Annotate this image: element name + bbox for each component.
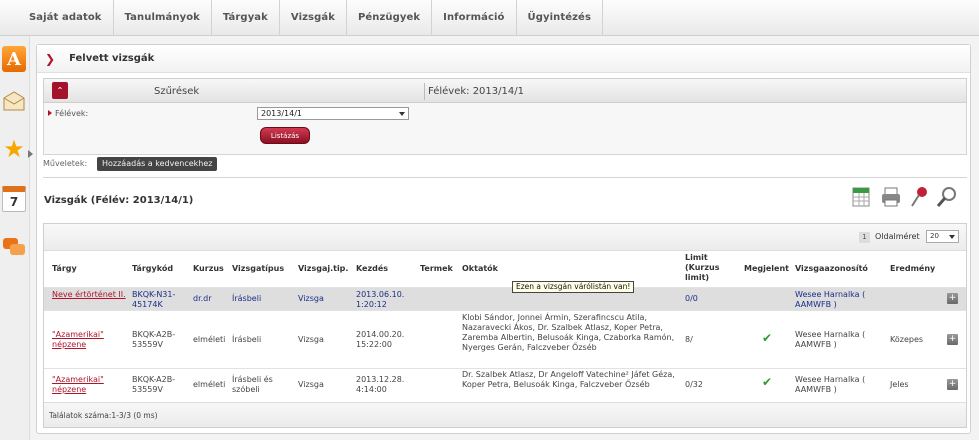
print-icon[interactable]	[880, 186, 902, 210]
panel-title: Felvett vizsgák	[69, 53, 155, 64]
mail-icon[interactable]	[2, 88, 26, 114]
col-examiners[interactable]: Oktatók	[462, 264, 498, 273]
menu-item-information[interactable]: Információ	[432, 0, 517, 36]
expand-plus-icon[interactable]: +	[947, 293, 958, 304]
page-size-value: 20	[930, 232, 939, 240]
exam-id: Wesee Harnalka ( AAMWFB )	[795, 290, 866, 309]
col-exam-type[interactable]: Vizsgaj.tip.	[298, 264, 348, 273]
divider	[43, 177, 967, 178]
exam-id: Wesee Harnalka ( AAMWFB )	[795, 375, 866, 394]
menu-item-administration[interactable]: Ügyintézés	[517, 0, 603, 36]
collapse-up-icon[interactable]: ⌃	[52, 82, 68, 99]
chevron-right-icon: ❯	[45, 51, 56, 66]
start-time: 2013.12.28. 4:14:00	[356, 375, 405, 394]
calendar-icon[interactable]: 7	[2, 186, 26, 212]
actions-label: Műveletek:	[43, 159, 88, 168]
col-limit[interactable]: Limit (Kurzus limit)	[685, 253, 731, 283]
exam-kind: Vizsga	[298, 294, 324, 303]
exam-kind: Vizsga	[298, 335, 324, 344]
expand-plus-icon[interactable]: +	[947, 334, 958, 345]
exams-panel: ❯ Felvett vizsgák ⌃ Szűrések Félévek: 20…	[36, 44, 971, 434]
table-row[interactable]: Neve értörténet II. BKQK-N31-45174K dr.d…	[44, 287, 966, 310]
menu-item-studies[interactable]: Tanulmányok	[114, 0, 212, 36]
excel-export-icon[interactable]	[850, 186, 872, 210]
menu-item-exams[interactable]: Vizsgák	[280, 0, 347, 36]
table-footer: Találatok száma:1-3/3 (0 ms)	[44, 402, 966, 427]
list-button[interactable]: Listázás	[260, 127, 310, 144]
favorites-star-icon[interactable]: ★	[2, 135, 26, 163]
col-type[interactable]: Vizsgatípus	[232, 264, 284, 273]
exam-kind: Vizsga	[298, 380, 324, 389]
results-count: Találatok száma:1-3/3 (0 ms)	[49, 411, 158, 420]
menu-item-subjects[interactable]: Tárgyak	[212, 0, 280, 36]
start-time: 2014.00.20. 15:22:00	[356, 330, 405, 349]
col-result[interactable]: Eredmény	[890, 264, 935, 273]
chevron-down-icon	[949, 235, 955, 239]
menu-item-personal[interactable]: Saját adatok	[18, 0, 114, 36]
examiners: Dr. Szalbek Atlasz, Dr Angeloff Vatechin…	[462, 370, 675, 389]
start-time: 2013.06.10. 1:20:12	[356, 290, 405, 309]
col-exam-id[interactable]: Vizsgaazonosító	[795, 264, 868, 273]
filter-title: Szűrések	[154, 86, 200, 97]
limit-value: 0/32	[685, 380, 703, 389]
result: Közepes	[890, 335, 924, 344]
limit-value: 0/0	[685, 294, 698, 303]
filter-body: Félévek: 2013/14/1 Listázás	[43, 103, 967, 155]
exam-type: Írásbeli és szóbeli	[232, 375, 273, 394]
filter-header[interactable]: ⌃ Szűrések Félévek: 2013/14/1	[43, 78, 967, 103]
search-icon[interactable]	[936, 186, 958, 210]
triangle-right-icon	[48, 110, 52, 116]
table-row[interactable]: "Azamerikai" népzene BKQK-A2B-53559V elm…	[44, 310, 966, 368]
checkmark-icon: ✔	[762, 375, 773, 389]
waitlist-tooltip: Ezen a vizsgán várólistán van!	[512, 281, 635, 293]
table-header: Tárgy Tárgykód Kurzus Vizsgatípus Vizsga…	[44, 251, 966, 287]
subject-code: BKQK-A2B-53559V	[132, 330, 176, 349]
subject-link[interactable]: "Azamerikai" népzene	[52, 375, 128, 395]
chat-bubbles-icon[interactable]	[2, 234, 26, 260]
semester-select-value: 2013/14/1	[261, 109, 303, 118]
subject-code: BKQK-N31-45174K	[132, 290, 176, 309]
page-size-select[interactable]: 20	[926, 230, 959, 243]
top-menu: Saját adatok Tanulmányok Tárgyak Vizsgák…	[0, 0, 979, 36]
course-code: elméleti	[193, 380, 226, 389]
subject-link[interactable]: Neve értörténet II.	[52, 290, 128, 300]
semester-summary: Félévek: 2013/14/1	[428, 86, 524, 97]
course-code: dr.dr	[193, 294, 212, 303]
divider	[424, 83, 425, 100]
font-size-icon[interactable]: A	[2, 46, 26, 72]
col-start[interactable]: Kezdés	[356, 264, 388, 273]
col-rooms[interactable]: Termek	[420, 264, 453, 273]
exam-type: Írásbeli	[232, 335, 262, 344]
menu-item-finances[interactable]: Pénzügyek	[347, 0, 433, 36]
page-number[interactable]: 1	[859, 232, 870, 243]
panel-header: ❯ Felvett vizsgák	[37, 45, 970, 73]
collapse-arrow-icon[interactable]	[28, 150, 33, 158]
limit-value: 8/	[685, 335, 693, 344]
col-subject[interactable]: Tárgy	[52, 264, 77, 273]
subject-link[interactable]: "Azamerikai" népzene	[52, 330, 128, 350]
page-size-label: Oldalméret	[875, 232, 920, 241]
checkmark-icon: ✔	[762, 331, 773, 345]
result: Jeles	[890, 380, 909, 389]
col-course[interactable]: Kurzus	[193, 264, 224, 273]
exam-id: Wesee Harnalka ( AAMWFB )	[795, 330, 866, 349]
semester-select[interactable]: 2013/14/1	[257, 107, 409, 120]
table-row[interactable]: "Azamerikai" népzene BKQK-A2B-53559V elm…	[44, 368, 966, 402]
chevron-down-icon	[399, 112, 405, 116]
col-registered[interactable]: Megjelent	[744, 264, 789, 273]
exams-title: Vizsgák (Félév: 2013/14/1)	[44, 195, 194, 206]
pager-bar: 1 Oldalméret 20	[44, 224, 966, 251]
subject-code: BKQK-A2B-53559V	[132, 375, 176, 394]
course-code: elméleti	[193, 335, 226, 344]
exam-type: Írásbeli	[232, 294, 262, 303]
semester-label: Félévek:	[55, 109, 89, 118]
col-code[interactable]: Tárgykód	[132, 264, 173, 273]
exams-table: 1 Oldalméret 20 Tárgy Tárgykód Kurzus Vi…	[43, 223, 967, 428]
left-toolbar: A ★ 7	[0, 36, 33, 440]
add-favorite-button[interactable]: Hozzáadás a kedvencekhez	[97, 157, 218, 171]
expand-plus-icon[interactable]: +	[947, 379, 958, 390]
pin-icon[interactable]	[908, 186, 930, 210]
examiners: Klobi Sándor, Jonnei Ármin, Szerafincscu…	[462, 313, 675, 352]
